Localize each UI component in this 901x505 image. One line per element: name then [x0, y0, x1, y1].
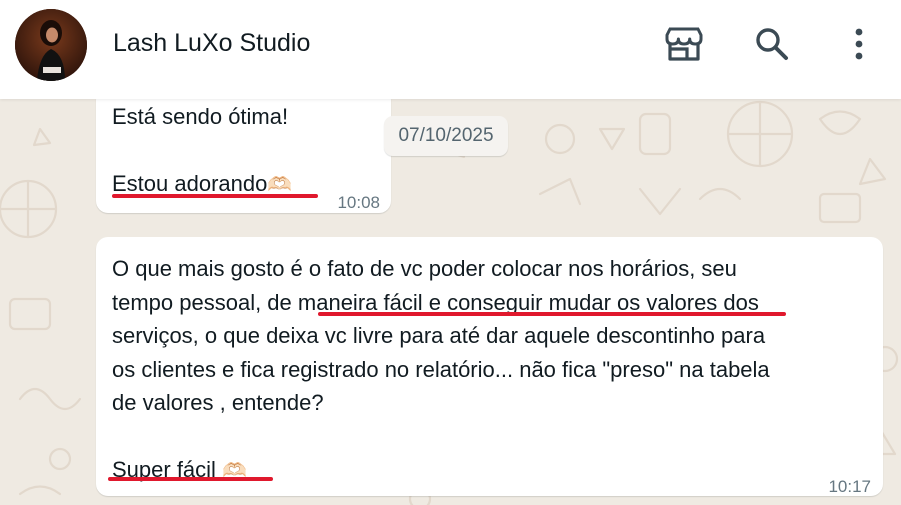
message-text-line: O que mais gosto é o fato de vc poder co…	[112, 256, 737, 281]
incoming-message[interactable]: Está sendo ótima! Estou adorando🫶🏻 10:08	[96, 88, 391, 213]
highlight-underline	[108, 477, 273, 481]
date-chip: 07/10/2025	[384, 116, 508, 156]
store-icon[interactable]	[664, 24, 704, 64]
search-icon[interactable]	[752, 24, 792, 64]
contact-avatar[interactable]	[15, 9, 87, 81]
more-vertical-icon[interactable]	[839, 24, 879, 64]
message-timestamp: 10:08	[337, 193, 380, 212]
incoming-message[interactable]: O que mais gosto é o fato de vc poder co…	[96, 237, 883, 496]
message-timestamp: 10:17	[828, 477, 871, 496]
message-text-line: os clientes e fica registrado no relatór…	[112, 356, 770, 382]
heart-hands-emoji: 🫶🏻	[267, 174, 293, 196]
message-text-line: Está sendo ótima!	[112, 104, 289, 129]
highlight-underline	[318, 312, 786, 316]
chat-header: Lash LuXo Studio	[0, 0, 901, 99]
message-text-line: serviços, o que deixa vc livre para até …	[112, 323, 766, 348]
highlight-underline	[112, 194, 318, 198]
message-text-line: de valores , entende?	[112, 390, 324, 415]
message-text-line: Super fácil 🫶🏻	[112, 453, 770, 489]
contact-name[interactable]: Lash LuXo Studio	[113, 29, 310, 58]
message-highlighted-text: Estou adorando	[112, 171, 268, 196]
